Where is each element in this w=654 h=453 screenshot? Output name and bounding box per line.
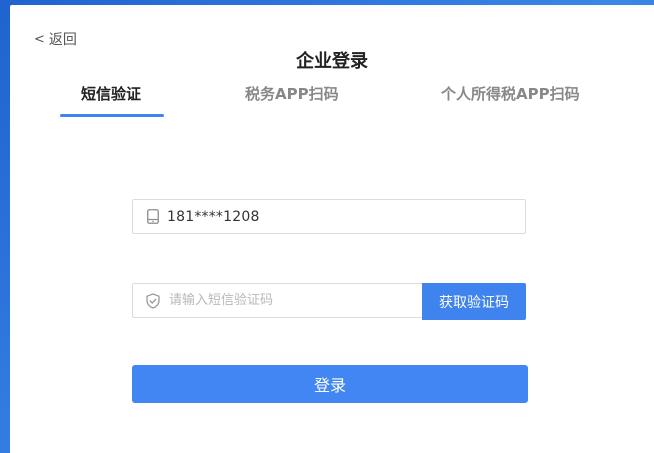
sms-code-input[interactable] bbox=[167, 292, 421, 309]
tab-sms-verification[interactable]: 短信验证 bbox=[81, 83, 141, 104]
tab-tax-app-scan[interactable]: 税务APP扫码 bbox=[245, 83, 339, 104]
get-verification-code-button[interactable]: 获取验证码 bbox=[422, 283, 526, 320]
back-link[interactable]: < 返回 bbox=[34, 29, 77, 49]
sms-code-field: 获取验证码 bbox=[132, 283, 526, 320]
mobile-phone-icon bbox=[145, 209, 161, 225]
active-tab-indicator bbox=[60, 114, 164, 117]
phone-field[interactable]: 181****1208 bbox=[132, 199, 526, 234]
phone-number-value: 181****1208 bbox=[167, 208, 260, 225]
page-title: 企业登录 bbox=[296, 51, 368, 72]
login-method-tabs: 短信验证 税务APP扫码 个人所得税APP扫码 bbox=[10, 83, 654, 117]
back-label: 返回 bbox=[48, 32, 77, 48]
chevron-left-icon: < bbox=[34, 31, 45, 47]
login-button[interactable]: 登录 bbox=[132, 365, 528, 403]
shield-check-icon bbox=[145, 292, 161, 309]
login-panel: < 返回 企业登录 短信验证 税务APP扫码 个人所得税APP扫码 181***… bbox=[10, 5, 654, 453]
tab-personal-tax-app-scan[interactable]: 个人所得税APP扫码 bbox=[441, 83, 580, 104]
